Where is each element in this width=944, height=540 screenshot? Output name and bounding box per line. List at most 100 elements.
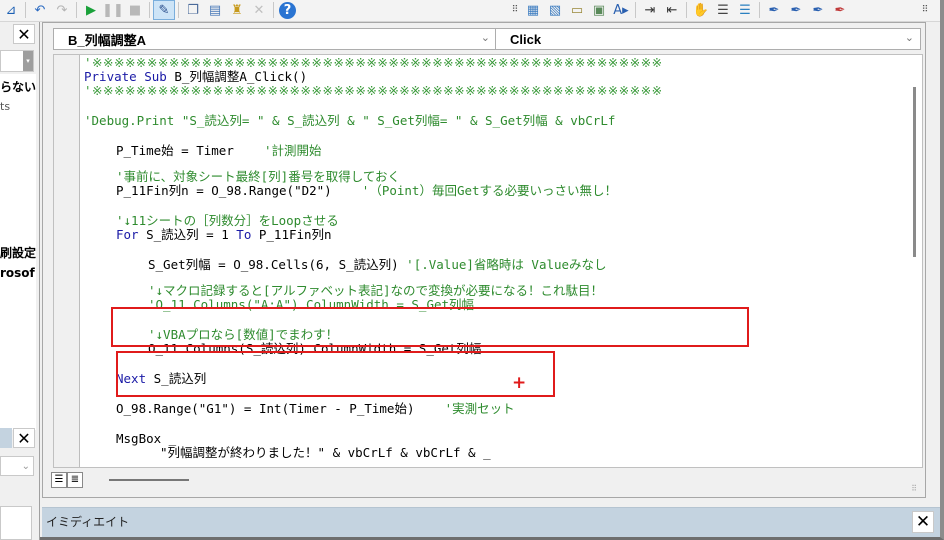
toolbar-overflow-icon[interactable]: ⠿: [920, 0, 930, 20]
list-item[interactable]: らない: [0, 78, 36, 95]
cursor-crosshair-icon: +: [512, 373, 527, 393]
undo-icon[interactable]: ↶: [29, 0, 51, 20]
code-window: B_列幅調整A ⌄ Click ⌄ '※※※※※※※※※※※※※※※※※※※※※…: [42, 22, 926, 498]
full-module-view-icon[interactable]: ≣: [67, 472, 83, 488]
help-icon[interactable]: ?: [279, 1, 296, 19]
comment-token: '実測セット: [444, 401, 515, 416]
procedure-view-icon[interactable]: ☰: [51, 472, 67, 488]
vertical-scrollbar[interactable]: [913, 87, 916, 257]
comment-block-icon[interactable]: ☰: [712, 0, 734, 20]
resize-grip-icon[interactable]: ⠿: [911, 484, 917, 493]
uncomment-block-icon[interactable]: ☰: [734, 0, 756, 20]
code-token: MsgBox _: [116, 431, 177, 446]
indent-icon[interactable]: ⇥: [639, 0, 661, 20]
object-combo[interactable]: B_列幅調整A ⌄: [53, 28, 497, 50]
run-icon[interactable]: ▶: [80, 0, 102, 20]
comment-token: '事前に、対象シート最終[列]番号を取得しておく: [116, 169, 400, 184]
code-line[interactable]: O_98.Range("G1") = Int(Timer - P_Time始) …: [116, 402, 515, 416]
complete-word-icon[interactable]: A▸: [610, 0, 632, 20]
toolbar-separator: [76, 2, 77, 18]
object-browser-icon[interactable]: ♜: [226, 0, 248, 20]
comment-token: 'Debug.Print "S_読込列= " & S_読込列 & " S_Get…: [84, 113, 616, 128]
margin-indicator-bar[interactable]: [54, 55, 80, 467]
comment-token: '（Point）毎回Getする必要いっさい無し！: [361, 183, 618, 198]
next-bookmark-icon[interactable]: ✒: [785, 0, 807, 20]
lower-pane-combo[interactable]: ⌄: [0, 456, 34, 476]
keyword-token: Private Sub: [84, 69, 175, 84]
procedure-combo-value: Click: [510, 31, 542, 47]
list-constants-icon[interactable]: ▧: [544, 0, 566, 20]
immediate-window-close-button[interactable]: ✕: [912, 511, 934, 533]
code-token: O_98.Range("G1") = Int(Timer - P_Time始): [116, 401, 445, 416]
code-text-area[interactable]: '※※※※※※※※※※※※※※※※※※※※※※※※※※※※※※※※※※※※※※※…: [84, 55, 914, 467]
toggle-breakpoint-icon[interactable]: ✋: [690, 0, 712, 20]
code-line[interactable]: "列幅調整が終わりました！" & vbCrLf & vbCrLf & _: [160, 446, 491, 460]
lower-pane-list[interactable]: [0, 506, 32, 540]
procedure-combo[interactable]: Click ⌄: [495, 28, 921, 50]
clear-bookmarks-icon[interactable]: ✒: [829, 0, 851, 20]
toolbar-separator: [686, 2, 687, 18]
project-explorer-icon[interactable]: ❐: [182, 0, 204, 20]
outdent-icon[interactable]: ⇤: [661, 0, 683, 20]
code-token: S_読込列 = 1: [146, 227, 237, 242]
horizontal-scrollbar[interactable]: [109, 479, 189, 481]
left-pane: ✕ ▾ らない ts 刷設定 rosof ✕ ⌄: [0, 22, 40, 540]
toolbox-icon[interactable]: ✕: [248, 0, 270, 20]
vbe-window: ⊿ ↶ ↷ ▶ ❚❚ ■ ✎ ❐ ▤ ♜ ✕? ⠿ ▦ ▧ ▭ ▣ A▸ ⇥ ⇤ ✋ ☰ ☰ ✒ ✒ ✒ ✒ ⠿ ✕ ▾ らな…: [0, 0, 944, 540]
project-explorer-close-button[interactable]: ✕: [13, 24, 35, 44]
code-line[interactable]: S_Get列幅 = O_98.Cells(6, S_読込列) '[.Value]…: [148, 258, 607, 272]
code-editor[interactable]: '※※※※※※※※※※※※※※※※※※※※※※※※※※※※※※※※※※※※※※※…: [53, 54, 923, 468]
code-token: S_Get列幅 = O_98.Cells(6, S_読込列): [148, 257, 407, 272]
toggle-bookmark-icon[interactable]: ✒: [763, 0, 785, 20]
previous-bookmark-icon[interactable]: ✒: [807, 0, 829, 20]
code-line[interactable]: Private Sub B_列幅調整A_Click(): [84, 70, 307, 84]
lower-pane-close-button[interactable]: ✕: [13, 428, 35, 448]
toolbar-separator: [149, 2, 150, 18]
code-token: "列幅調整が終わりました！" & vbCrLf & vbCrLf & _: [160, 445, 491, 460]
code-line[interactable]: P_Time始 = Timer '計測開始: [116, 144, 322, 158]
comment-token: '↓マクロ記録すると[アルファベット表記]なので変換が必要になる！これ駄目！: [148, 283, 603, 298]
code-line[interactable]: '事前に、対象シート最終[列]番号を取得しておく: [116, 170, 400, 184]
object-combo-value: B_列幅調整A: [68, 32, 147, 48]
immediate-window-title: イミディエイト: [46, 515, 130, 529]
quick-info-icon[interactable]: ▭: [566, 0, 588, 20]
code-token: P_11Fin列n = O_98.Range("D2"): [116, 183, 362, 198]
view-buttons: ☰ ≣: [51, 472, 83, 488]
properties-object-combo[interactable]: ▾: [0, 50, 34, 72]
reset-icon[interactable]: ■: [124, 0, 146, 20]
chevron-down-icon[interactable]: ⌄: [905, 31, 914, 44]
comment-token: '※※※※※※※※※※※※※※※※※※※※※※※※※※※※※※※※※※※※※※※…: [84, 83, 663, 98]
code-line[interactable]: 'Debug.Print "S_読込列= " & S_読込列 & " S_Get…: [84, 114, 615, 128]
toolbar-separator: [635, 2, 636, 18]
parameter-info-icon[interactable]: ▣: [588, 0, 610, 20]
list-item[interactable]: 刷設定: [0, 244, 36, 261]
list-item[interactable]: ts: [0, 100, 10, 113]
toolbar-separator: [178, 2, 179, 18]
chevron-down-icon[interactable]: ⌄: [481, 31, 490, 44]
toolbar-separator: [759, 2, 760, 18]
code-line[interactable]: P_11Fin列n = O_98.Range("D2") '（Point）毎回G…: [116, 184, 617, 198]
code-line[interactable]: '※※※※※※※※※※※※※※※※※※※※※※※※※※※※※※※※※※※※※※※…: [84, 56, 663, 70]
comment-token: '※※※※※※※※※※※※※※※※※※※※※※※※※※※※※※※※※※※※※※※…: [84, 55, 663, 70]
properties-list[interactable]: らない ts 刷設定 rosof: [0, 74, 36, 430]
toolbar-grip-icon[interactable]: ⠿: [510, 0, 520, 20]
properties-window-icon[interactable]: ▤: [204, 0, 226, 20]
code-token: P_Time始 = Timer: [116, 143, 264, 158]
code-line[interactable]: MsgBox _: [116, 432, 176, 446]
code-line[interactable]: '※※※※※※※※※※※※※※※※※※※※※※※※※※※※※※※※※※※※※※※…: [84, 84, 663, 98]
comment-token: '[.Value]省略時は Valueみなし: [406, 257, 607, 272]
design-mode-icon[interactable]: ✎: [153, 0, 175, 20]
combo-dropdown-icon[interactable]: ▾: [23, 51, 33, 71]
code-line[interactable]: For S_読込列 = 1 To P_11Fin列n: [116, 228, 332, 242]
standard-toolbar: ⊿ ↶ ↷ ▶ ❚❚ ■ ✎ ❐ ▤ ♜ ✕? ⠿ ▦ ▧ ▭ ▣ A▸ ⇥ ⇤ ✋ ☰ ☰ ✒ ✒ ✒ ✒ ⠿: [0, 0, 940, 22]
list-item[interactable]: rosof: [0, 266, 36, 280]
toolbar-separator: [25, 2, 26, 18]
highlight-box-good-example: [116, 351, 555, 397]
toolbar-separator: [273, 2, 274, 18]
code-line[interactable]: '↓11シートの［列数分］をLoopさせる: [116, 214, 339, 228]
code-line[interactable]: '↓マクロ記録すると[アルファベット表記]なので変換が必要になる！これ駄目！: [148, 284, 603, 298]
list-properties-icon[interactable]: ▦: [522, 0, 544, 20]
break-icon[interactable]: ❚❚: [102, 0, 124, 20]
redo-icon[interactable]: ↷: [51, 0, 73, 20]
insert-module-icon[interactable]: ⊿: [0, 0, 22, 20]
